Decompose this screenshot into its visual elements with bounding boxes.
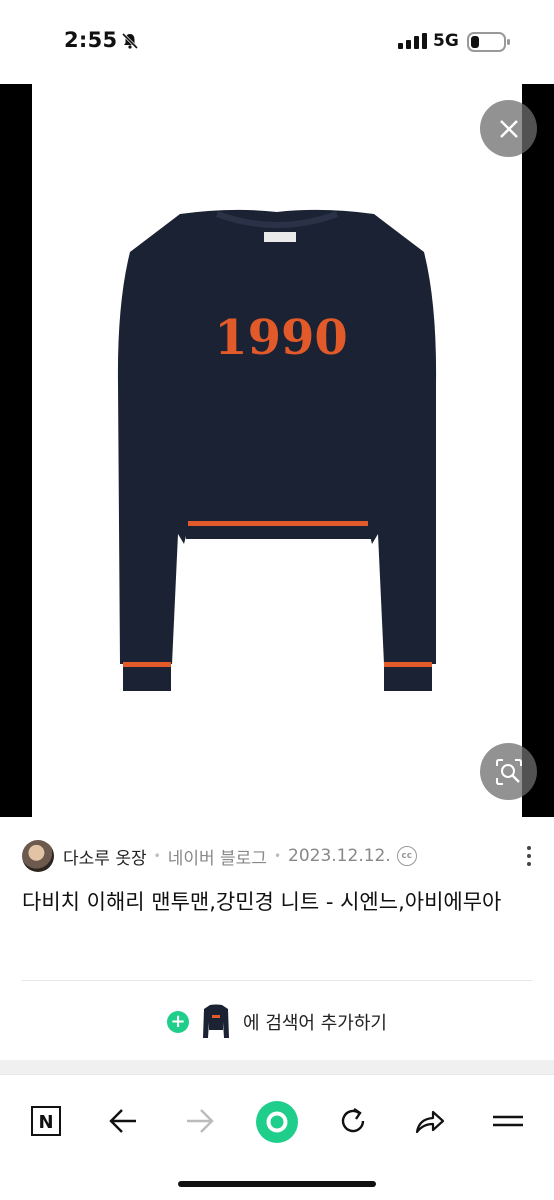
green-dot-icon — [256, 1101, 298, 1143]
source-row[interactable]: 다소루 옷장 • 네이버 블로그 • 2023.12.12. cc — [22, 839, 534, 873]
green-dot-button[interactable] — [254, 1099, 300, 1145]
network-type: 5G — [433, 31, 459, 51]
refresh-button[interactable] — [331, 1099, 375, 1143]
home-indicator[interactable] — [178, 1181, 376, 1187]
sweater-number: 1990 — [214, 310, 348, 366]
bell-slash-icon — [121, 32, 139, 50]
add-search-term-button[interactable]: + 에 검색어 추가하기 — [0, 1000, 554, 1044]
menu-button[interactable] — [486, 1099, 530, 1143]
section-divider — [0, 1060, 554, 1074]
image-viewer[interactable]: 1990 — [0, 84, 554, 817]
naver-home-icon: N — [31, 1106, 61, 1136]
sweater-thumbnail — [203, 1004, 230, 1038]
sweater-image: 1990 — [117, 209, 437, 691]
share-icon — [415, 1110, 445, 1134]
naver-home-button[interactable]: N — [24, 1099, 68, 1143]
lens-search-icon — [495, 758, 522, 785]
plus-icon: + — [167, 1011, 190, 1033]
bottom-toolbar: N — [0, 1074, 554, 1200]
author-name[interactable]: 다소루 옷장 — [63, 844, 147, 869]
divider — [22, 980, 532, 981]
add-search-term-label: 에 검색어 추가하기 — [243, 1013, 387, 1034]
status-bar: 2:55 5G — [0, 0, 554, 84]
close-icon — [499, 119, 518, 138]
menu-icon — [493, 1115, 523, 1127]
product-photo[interactable]: 1990 — [32, 84, 522, 817]
post-date: 2023.12.12. — [288, 846, 391, 866]
forward-arrow-icon — [187, 1109, 214, 1133]
avatar[interactable] — [22, 840, 54, 872]
clock: 2:55 — [64, 28, 118, 52]
svg-text:N: N — [38, 1112, 53, 1133]
platform-name[interactable]: 네이버 블로그 — [168, 844, 267, 869]
close-button[interactable] — [480, 100, 537, 157]
separator-dot: • — [273, 849, 282, 863]
more-options-icon[interactable] — [524, 845, 534, 867]
result-info: 다소루 옷장 • 네이버 블로그 • 2023.12.12. cc 다비치 이해… — [0, 817, 554, 1060]
refresh-icon — [341, 1108, 365, 1133]
battery-icon — [467, 32, 510, 52]
share-button[interactable] — [408, 1099, 452, 1143]
result-title[interactable]: 다비치 이해리 맨투맨,강민경 니트 - 시엔느,아비에무아 — [22, 885, 532, 919]
lens-search-button[interactable] — [480, 743, 537, 800]
back-arrow-icon — [109, 1109, 136, 1133]
back-button[interactable] — [101, 1099, 145, 1143]
cc-icon: cc — [396, 846, 417, 866]
separator-dot: • — [153, 849, 161, 863]
signal-icon — [398, 33, 427, 49]
forward-button[interactable] — [178, 1099, 222, 1143]
